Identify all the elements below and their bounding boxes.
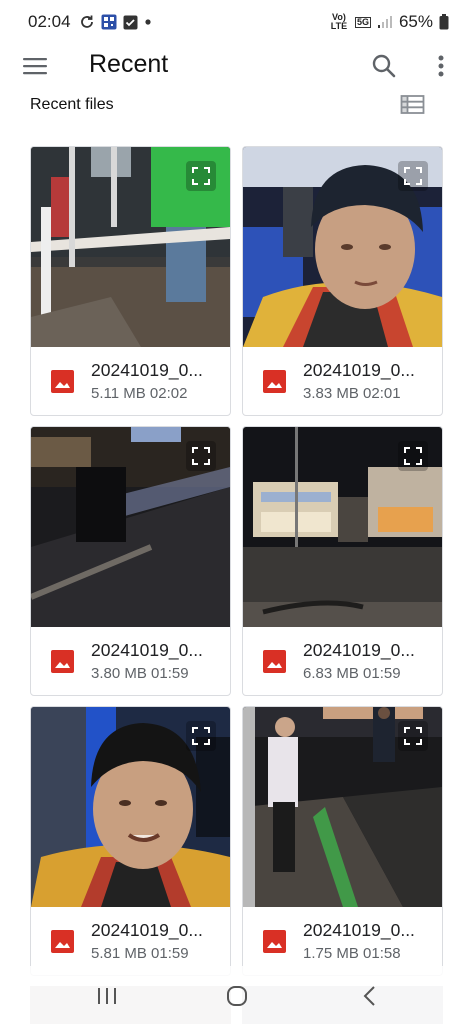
search-button[interactable] xyxy=(370,52,398,80)
file-meta: 6.83 MB 01:59 xyxy=(303,665,401,682)
status-left: 02:04 xyxy=(28,12,152,32)
list-view-icon xyxy=(400,95,425,114)
sync-icon xyxy=(79,14,95,30)
expand-button[interactable] xyxy=(398,161,428,191)
signal-type-label: 5G xyxy=(354,16,371,28)
expand-icon xyxy=(404,447,422,465)
home-button[interactable] xyxy=(222,984,252,1008)
system-nav-bar xyxy=(0,966,473,1024)
section-label: Recent files xyxy=(30,96,114,113)
file-card[interactable]: 20241019_0... 5.11 MB 02:02 xyxy=(30,146,231,416)
file-card[interactable]: 20241019_0... 5.81 MB 01:59 xyxy=(30,706,231,976)
expand-button[interactable] xyxy=(186,441,216,471)
file-info: 20241019_0... 6.83 MB 01:59 xyxy=(243,627,442,695)
expand-icon xyxy=(192,167,210,185)
section-header: Recent files xyxy=(0,92,473,120)
file-meta: 1.75 MB 01:58 xyxy=(303,945,401,962)
file-info: 20241019_0... 3.83 MB 02:01 xyxy=(243,347,442,415)
file-card[interactable]: 20241019_0... 6.83 MB 01:59 xyxy=(242,426,443,696)
recent-apps-icon xyxy=(98,988,116,1004)
app-bar: Recent xyxy=(0,44,473,88)
signal-strength-icon xyxy=(377,15,393,29)
file-info: 20241019_0... 5.11 MB 02:02 xyxy=(31,347,230,415)
file-meta: 5.81 MB 01:59 xyxy=(91,945,189,962)
notification-dot-icon xyxy=(144,18,152,26)
file-thumbnail xyxy=(243,707,442,907)
file-card[interactable]: 20241019_0... 3.83 MB 02:01 xyxy=(242,146,443,416)
file-thumbnail xyxy=(31,147,230,347)
file-info: 20241019_0... 5.81 MB 01:59 xyxy=(31,907,230,975)
file-card[interactable]: 20241019_0... 3.80 MB 01:59 xyxy=(30,426,231,696)
screen: 02:04 Vo) LTE 5G 65% Recent Recent files… xyxy=(0,0,473,1024)
recent-apps-button[interactable] xyxy=(92,984,122,1008)
file-card[interactable]: 20241019_0... 1.75 MB 01:58 xyxy=(242,706,443,976)
back-icon xyxy=(363,986,375,1006)
file-name: 20241019_0... xyxy=(303,360,415,380)
expand-button[interactable] xyxy=(186,721,216,751)
battery-icon xyxy=(439,14,449,30)
status-time: 02:04 xyxy=(28,12,71,31)
view-toggle-button[interactable] xyxy=(400,94,426,116)
image-file-icon xyxy=(263,650,286,673)
more-vert-icon xyxy=(438,55,444,77)
file-info: 20241019_0... 1.75 MB 01:58 xyxy=(243,907,442,975)
file-name: 20241019_0... xyxy=(91,920,203,940)
menu-button[interactable] xyxy=(20,53,50,79)
network-5g-icon: 5G xyxy=(354,16,371,28)
expand-icon xyxy=(404,727,422,745)
file-thumbnail xyxy=(31,427,230,627)
more-options-button[interactable] xyxy=(430,52,452,80)
status-right: Vo) LTE 5G 65% xyxy=(329,12,449,32)
home-icon xyxy=(227,986,247,1006)
status-bar: 02:04 Vo) LTE 5G 65% xyxy=(0,0,473,44)
expand-button[interactable] xyxy=(186,161,216,191)
expand-icon xyxy=(192,447,210,465)
file-name: 20241019_0... xyxy=(303,920,415,940)
image-file-icon xyxy=(263,930,286,953)
file-name: 20241019_0... xyxy=(91,640,203,660)
page-title: Recent xyxy=(89,50,169,78)
file-meta: 3.83 MB 02:01 xyxy=(303,385,401,402)
file-info: 20241019_0... 3.80 MB 01:59 xyxy=(31,627,230,695)
expand-icon xyxy=(192,727,210,745)
image-file-icon xyxy=(51,650,74,673)
hamburger-menu-icon xyxy=(23,58,47,75)
volte-label: Vo) LTE xyxy=(330,12,348,31)
file-name: 20241019_0... xyxy=(303,640,415,660)
file-meta: 3.80 MB 01:59 xyxy=(91,665,189,682)
search-icon xyxy=(372,54,396,78)
image-file-icon xyxy=(263,370,286,393)
battery-percent: 65% xyxy=(398,12,433,31)
checkbox-notification-icon xyxy=(123,15,138,30)
qr-code-icon xyxy=(101,14,117,30)
expand-button[interactable] xyxy=(398,441,428,471)
file-thumbnail xyxy=(243,427,442,627)
file-meta: 5.11 MB 02:02 xyxy=(91,385,188,402)
file-name: 20241019_0... xyxy=(91,360,203,380)
file-thumbnail xyxy=(243,147,442,347)
file-thumbnail xyxy=(31,707,230,907)
image-file-icon xyxy=(51,370,74,393)
expand-icon xyxy=(404,167,422,185)
image-file-icon xyxy=(51,930,74,953)
expand-button[interactable] xyxy=(398,721,428,751)
back-button[interactable] xyxy=(356,984,386,1008)
